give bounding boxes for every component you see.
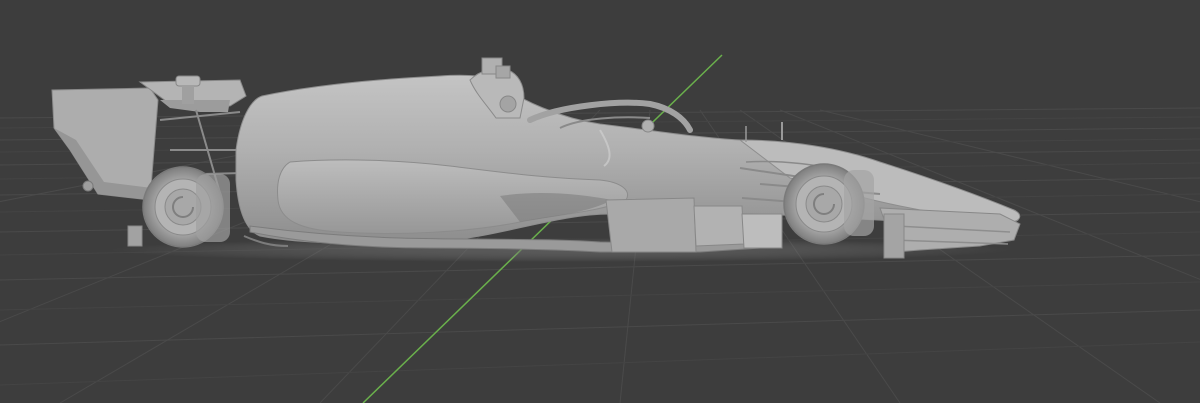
front-wheel bbox=[783, 163, 874, 245]
rear-wheel bbox=[142, 166, 230, 248]
mirror bbox=[641, 119, 655, 133]
3d-viewport[interactable] bbox=[0, 0, 1200, 403]
viewport-canvas[interactable] bbox=[0, 0, 1200, 403]
car-model[interactable] bbox=[51, 57, 1021, 262]
